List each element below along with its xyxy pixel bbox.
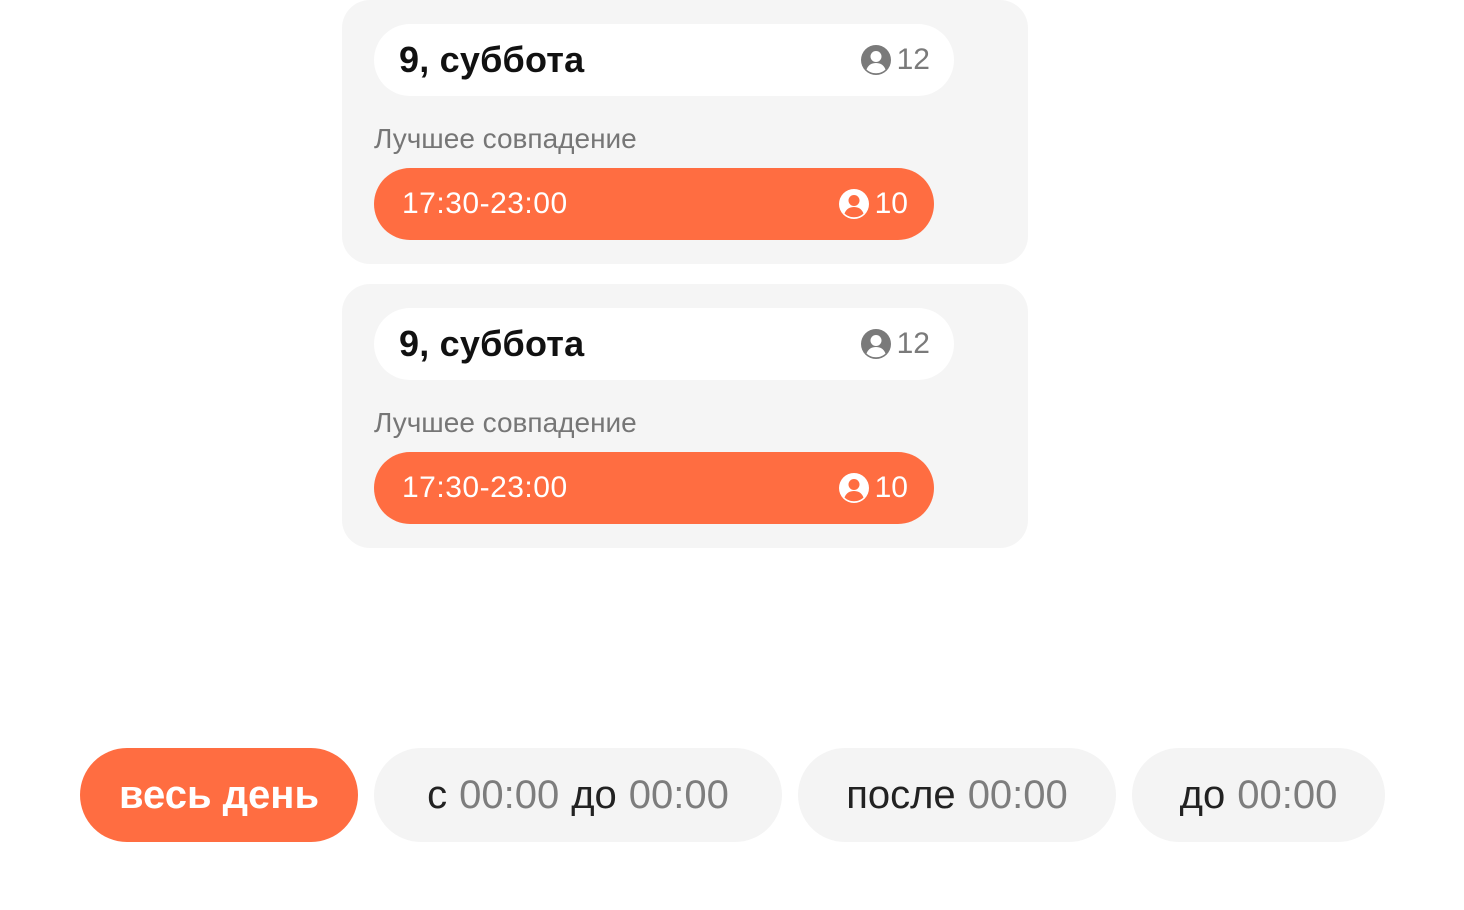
day-title: 9, суббота bbox=[399, 323, 585, 364]
slot-participant-count: 10 bbox=[838, 452, 908, 524]
time-range-chip[interactable]: с 00:00 до 00:00 bbox=[374, 748, 782, 842]
all-day-label: весь день bbox=[118, 772, 320, 817]
day-count-value: 12 bbox=[896, 43, 930, 76]
day-card: 9, суббота 12 Лучшее совпадение 17:30-23… bbox=[342, 0, 1028, 264]
slot-count-value: 10 bbox=[874, 471, 908, 504]
person-circle-icon bbox=[838, 473, 869, 503]
range-to-word: до bbox=[571, 772, 617, 817]
day-title: 9, суббота bbox=[399, 39, 585, 80]
day-participant-count: 12 bbox=[860, 24, 930, 96]
slot-count-value: 10 bbox=[874, 187, 908, 220]
best-match-label: Лучшее совпадение bbox=[374, 407, 637, 438]
day-participant-count: 12 bbox=[860, 308, 930, 380]
slot-time: 17:30-23:00 bbox=[402, 187, 568, 220]
day-count-value: 12 bbox=[896, 327, 930, 360]
before-word: до bbox=[1179, 772, 1226, 817]
day-header[interactable]: 9, суббота 12 bbox=[374, 24, 954, 96]
after-time[interactable]: 00:00 bbox=[968, 773, 1068, 818]
day-header[interactable]: 9, суббота 12 bbox=[374, 308, 954, 380]
person-circle-icon bbox=[860, 329, 891, 359]
person-circle-icon bbox=[838, 189, 869, 219]
before-time[interactable]: 00:00 bbox=[1237, 773, 1337, 818]
day-card: 9, суббота 12 Лучшее совпадение 17:30-23… bbox=[342, 284, 1028, 548]
person-circle-icon bbox=[860, 45, 891, 75]
after-time-chip[interactable]: после 00:00 bbox=[798, 748, 1116, 842]
range-to-time[interactable]: 00:00 bbox=[629, 773, 729, 818]
best-match-label: Лучшее совпадение bbox=[374, 123, 637, 154]
range-from-word: с bbox=[427, 772, 448, 817]
best-match-slot[interactable]: 17:30-23:00 10 bbox=[374, 452, 934, 524]
range-from-time[interactable]: 00:00 bbox=[459, 773, 559, 818]
best-match-slot[interactable]: 17:30-23:00 10 bbox=[374, 168, 934, 240]
all-day-chip[interactable]: весь день bbox=[80, 748, 358, 842]
before-time-chip[interactable]: до 00:00 bbox=[1132, 748, 1385, 842]
after-word: после bbox=[846, 772, 956, 817]
slot-participant-count: 10 bbox=[838, 168, 908, 240]
slot-time: 17:30-23:00 bbox=[402, 471, 568, 504]
